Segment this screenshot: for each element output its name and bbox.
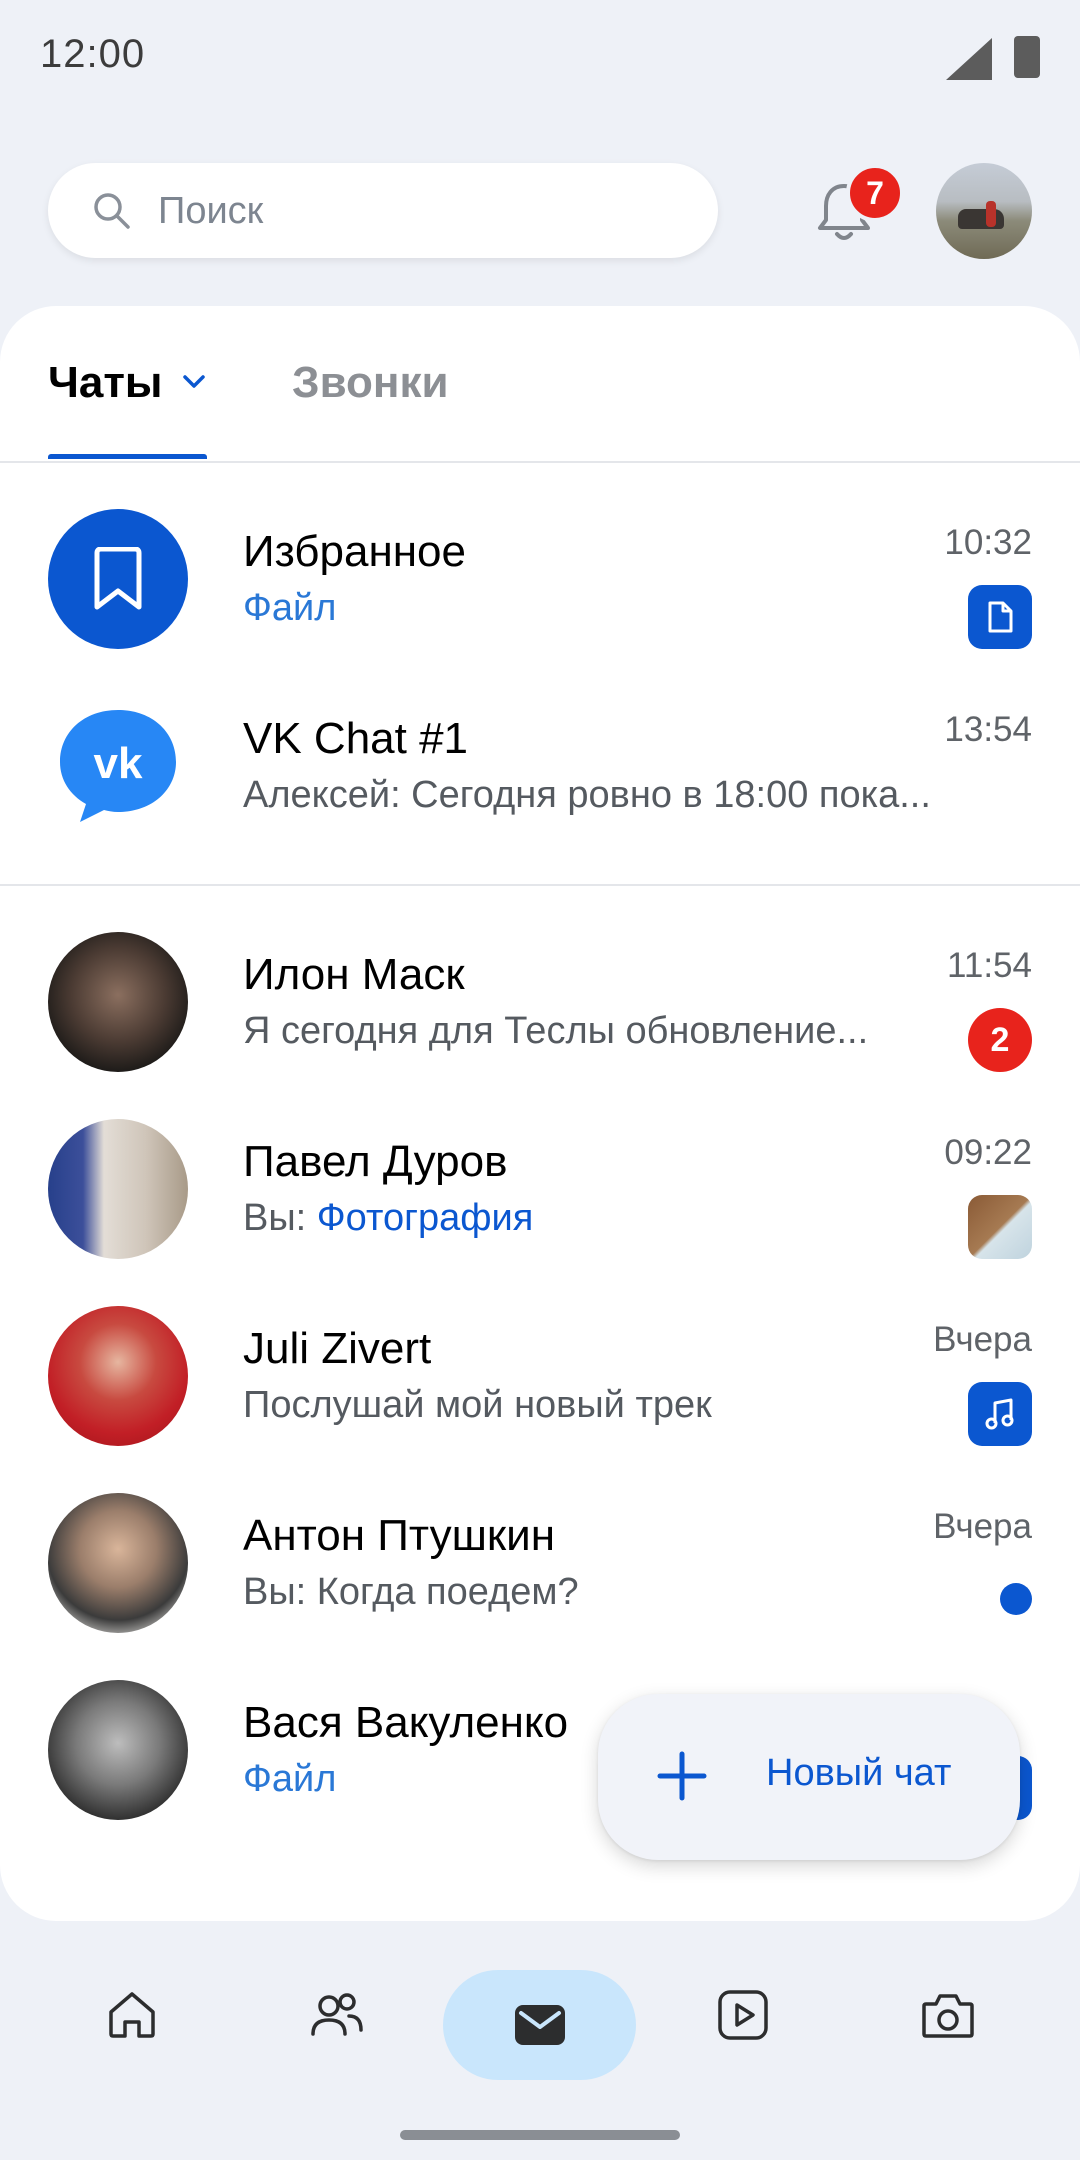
chat-name: Избранное (243, 527, 466, 576)
signal-icon (946, 38, 992, 80)
svg-text:vk: vk (94, 739, 143, 788)
file-indicator (968, 585, 1032, 649)
battery-icon (1014, 36, 1040, 78)
new-chat-label: Новый чат (766, 1752, 952, 1794)
chat-preview: Вы: Когда поедем? (243, 1571, 579, 1613)
chat-name: Вася Вакуленко (243, 1698, 569, 1747)
contact-avatar (48, 1680, 188, 1820)
active-tab-indicator (48, 454, 207, 459)
chat-name: Антон Птушкин (243, 1511, 555, 1560)
unread-dot-indicator (1000, 1569, 1032, 1615)
chat-preview: Вы: Фотография (243, 1197, 983, 1240)
chat-row-juli[interactable]: Juli Zivert Послушай мой новый трек Вчер… (0, 1306, 1080, 1476)
tab-bar: Чаты Звонки (0, 306, 1080, 463)
search-bar[interactable] (48, 163, 718, 260)
search-icon (94, 193, 130, 229)
chat-preview: Я сегодня для Теслы обновление... (243, 1010, 869, 1052)
profile-avatar[interactable] (936, 163, 1032, 259)
chevron-down-icon[interactable] (180, 372, 208, 392)
chat-row-vk-chat[interactable]: vk VK Chat #1 Алексей: Сегодня ровно в 1… (0, 696, 1080, 866)
unread-indicator: 2 (968, 1008, 1032, 1072)
chat-preview: Алексей: Сегодня ровно в 18:00 пока... (243, 774, 931, 816)
camera-icon (922, 1994, 974, 2038)
photo-thumbnail (968, 1195, 1032, 1259)
document-icon (988, 601, 1013, 633)
plus-icon (657, 1751, 707, 1801)
preview-prefix: Вы: (243, 1197, 317, 1239)
status-time: 12:00 (40, 32, 146, 76)
chat-name: VK Chat #1 (243, 714, 469, 763)
unread-dot (1000, 1583, 1032, 1615)
messages-icon (515, 2005, 565, 2045)
search-input[interactable] (156, 163, 680, 260)
nav-messages[interactable] (485, 1970, 595, 2080)
chat-list-panel: Чаты Звонки Избранное Файл 10:32 vk VK C… (0, 306, 1080, 1921)
friends-icon (311, 1993, 363, 2036)
contact-avatar (48, 1306, 188, 1446)
chat-preview: Послушай мой новый трек (243, 1384, 712, 1426)
bookmark-icon (94, 547, 142, 610)
chat-time: Вчера (933, 1507, 1032, 1546)
home-icon (109, 1992, 155, 2038)
chat-row-favorites[interactable]: Избранное Файл 10:32 (0, 509, 1080, 679)
chat-row-pavel[interactable]: Павел Дуров Вы: Фотография 09:22 (0, 1119, 1080, 1289)
chat-time: 11:54 (947, 946, 1032, 985)
chat-time: Вчера (933, 1320, 1032, 1359)
contact-avatar (48, 1119, 188, 1259)
contact-avatar (48, 932, 188, 1072)
music-indicator (968, 1382, 1032, 1446)
chat-name: Juli Zivert (243, 1324, 432, 1373)
vk-logo-icon: vk (60, 710, 176, 822)
chat-time: 13:54 (944, 710, 1032, 749)
notification-count-badge: 7 (846, 164, 904, 222)
preview-photo-link: Фотография (316, 1197, 534, 1239)
chat-row-anton[interactable]: Антон Птушкин Вы: Когда поедем? Вчера (0, 1493, 1080, 1663)
nav-camera[interactable] (893, 1960, 1003, 2070)
chat-time: 09:22 (944, 1133, 1032, 1172)
nav-friends[interactable] (282, 1960, 392, 2070)
tab-calls[interactable]: Звонки (292, 358, 449, 408)
chat-row-elon[interactable]: Илон Маск Я сегодня для Теслы обновление… (0, 932, 1080, 1102)
status-bar: 12:00 (0, 0, 1080, 115)
photo-indicator (968, 1195, 1032, 1259)
unread-count-badge: 2 (968, 1008, 1032, 1072)
divider (0, 884, 1080, 886)
nav-home[interactable] (77, 1960, 187, 2070)
home-indicator-bar[interactable] (400, 2130, 680, 2140)
contact-avatar (48, 1493, 188, 1633)
tab-chats[interactable]: Чаты (48, 358, 163, 408)
notifications-button[interactable]: 7 (808, 164, 904, 248)
chat-name: Илон Маск (243, 950, 465, 999)
bookmark-avatar (48, 509, 188, 649)
chat-time: 10:32 (944, 523, 1032, 562)
new-chat-button[interactable]: Новый чат (598, 1694, 1020, 1860)
nav-video[interactable] (688, 1960, 798, 2070)
bottom-navigation (0, 1960, 1080, 2090)
chat-preview: Файл (243, 587, 337, 629)
vk-chat-avatar: vk (48, 696, 188, 836)
music-note-icon (985, 1398, 1014, 1430)
video-icon (718, 1990, 768, 2040)
chat-name: Павел Дуров (243, 1137, 508, 1186)
